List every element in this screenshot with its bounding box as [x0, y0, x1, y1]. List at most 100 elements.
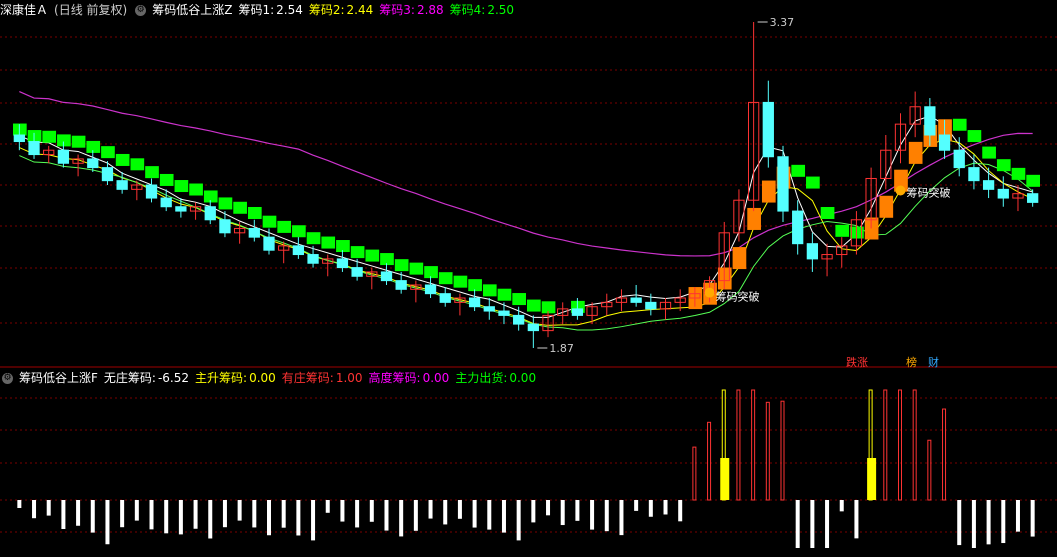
candle-down — [997, 188, 1009, 199]
green-band-block — [1026, 174, 1040, 187]
candle-down — [395, 280, 407, 290]
candle-down — [762, 101, 774, 158]
candle-down — [468, 297, 481, 308]
green-band-block — [982, 146, 996, 159]
histogram-bar-down — [443, 500, 448, 525]
candle-down — [292, 245, 305, 256]
histogram-bar-down — [178, 500, 183, 535]
candle-down — [938, 134, 951, 151]
histogram-bar-down — [90, 500, 95, 533]
candle-down — [28, 141, 40, 156]
candle-down — [219, 219, 231, 234]
green-band-block — [233, 201, 247, 214]
green-band-block — [306, 232, 321, 245]
green-band-block — [996, 159, 1011, 172]
histogram-bar-down — [795, 500, 800, 548]
candle-down — [645, 301, 657, 310]
histogram-bar-down — [854, 500, 859, 539]
green-band-block — [1011, 167, 1026, 180]
candle-down — [101, 167, 114, 182]
candle-down — [513, 314, 525, 325]
green-band-block — [806, 176, 820, 189]
histogram-bar-down — [252, 500, 257, 528]
histogram-bar-down — [516, 500, 521, 541]
candle-down — [483, 306, 495, 312]
green-band-block — [497, 288, 512, 301]
histogram-bar-down — [560, 500, 565, 526]
histogram-bar-down — [193, 500, 198, 529]
candle-down — [777, 156, 789, 212]
green-band-block — [365, 249, 380, 262]
histogram-bar-down — [281, 500, 286, 528]
green-band-block — [482, 284, 497, 297]
histogram-bar-down — [604, 500, 609, 532]
histogram-bar-down — [825, 500, 830, 548]
histogram-bar-down — [120, 500, 125, 528]
histogram-bar-down — [531, 500, 536, 523]
histogram-bar-down — [472, 500, 477, 528]
candle-down — [116, 180, 128, 190]
green-band-block — [262, 215, 277, 228]
candle-down — [630, 297, 642, 303]
bottom-value-4: 0.00 — [509, 371, 537, 385]
bottom-label-1: 主升筹码: — [195, 371, 248, 385]
histogram-bar-down — [413, 500, 418, 531]
candle-down — [57, 149, 70, 164]
histogram-bar-down — [340, 500, 345, 522]
green-band-block — [174, 180, 189, 193]
green-band-block — [130, 158, 145, 171]
candle-down — [982, 180, 995, 190]
histogram-bar-down — [399, 500, 404, 537]
candle-down — [175, 206, 187, 212]
candle-down — [351, 267, 363, 277]
histogram-bar-down — [296, 500, 301, 536]
breakout-coin-icon — [704, 287, 715, 298]
candle-down — [160, 197, 172, 208]
orange-band-block — [747, 207, 761, 230]
histogram-bar-down — [267, 500, 271, 536]
bottom-label-4: 主力出货: — [455, 371, 508, 385]
green-band-block — [350, 246, 365, 259]
tag-cai[interactable]: 财 — [928, 354, 939, 370]
histogram-bar-down — [810, 500, 815, 548]
chart-canvas[interactable]: 3.371.87筹码突破筹码突破 — [0, 0, 1057, 557]
histogram-bar-up — [912, 389, 917, 501]
histogram-bar-down — [487, 500, 492, 530]
candle-down — [792, 210, 804, 245]
green-band-block — [820, 206, 835, 219]
green-band-block — [394, 259, 409, 272]
green-band-block — [189, 183, 203, 196]
bottom-value-3: 0.00 — [422, 371, 450, 385]
histogram-bar-up — [897, 389, 902, 501]
bottom-indicator-name[interactable]: 筹码低谷上涨F — [19, 371, 98, 385]
settings-icon[interactable]: ⚙ — [2, 373, 13, 384]
histogram-bar-down — [986, 500, 991, 545]
green-band-block — [791, 164, 806, 177]
candle-down — [307, 254, 319, 264]
candle-down — [924, 106, 936, 136]
tag-dz[interactable]: 跌涨 — [846, 354, 868, 370]
bottom-label-2: 有庄筹码: — [281, 371, 334, 385]
histogram-bar-down — [237, 500, 242, 521]
histogram-bar-down — [17, 500, 22, 508]
histogram-bar-down — [839, 500, 844, 512]
histogram-bar-down — [149, 500, 154, 530]
histogram-bar-down — [971, 500, 976, 548]
green-band-block — [409, 262, 424, 275]
green-band-block — [336, 240, 350, 253]
candle-down — [87, 158, 99, 169]
green-band-block — [115, 153, 130, 166]
green-band-block — [145, 166, 159, 179]
candle-down — [263, 236, 275, 251]
histogram-bar-down — [428, 500, 433, 519]
histogram-bar-down — [76, 500, 81, 526]
histogram-bar-up — [883, 389, 888, 501]
histogram-bar-down — [164, 500, 169, 534]
tag-bang[interactable]: 榜 — [906, 354, 917, 370]
histogram-bar-down — [663, 500, 668, 515]
candle-down — [527, 323, 539, 332]
histogram-bar-up — [692, 446, 697, 501]
orange-band-block — [732, 247, 747, 270]
green-band-block — [101, 146, 115, 159]
orange-band-block — [761, 180, 776, 203]
